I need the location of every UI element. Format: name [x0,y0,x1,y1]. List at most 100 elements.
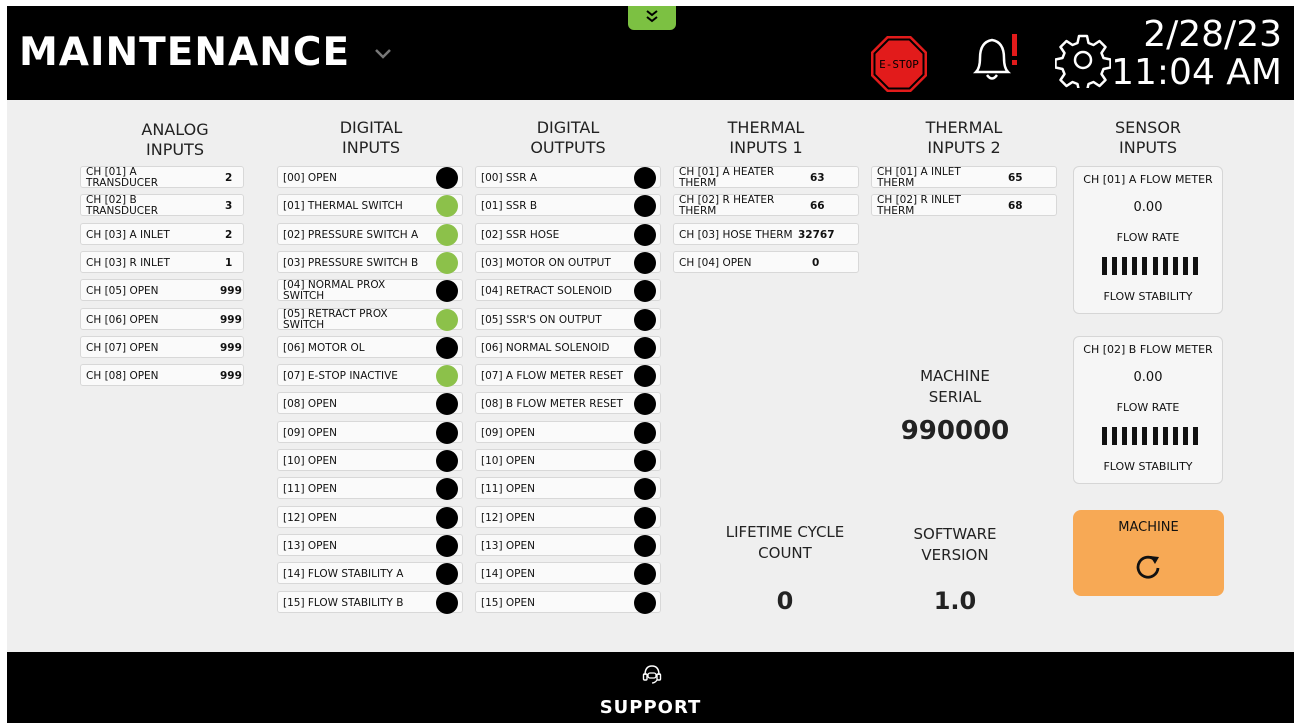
digital-input-row: [02] PRESSURE SWITCH A [277,222,463,246]
status-indicator [436,506,458,529]
status-indicator [436,223,458,246]
row-label: [01] THERMAL SWITCH [283,200,403,213]
page-title: MAINTENANCE [19,30,351,75]
row-label: [12] OPEN [481,511,535,524]
gear-icon[interactable] [1055,32,1111,88]
digital-input-row: [09] OPEN [277,420,463,444]
thermal-inputs-2-heading: THERMAL INPUTS 2 [925,118,1003,157]
lifetime-cycle-value: 0 [776,587,794,615]
row-label: CH [07] OPEN [86,341,159,354]
software-version-value: 1.0 [933,587,977,615]
chevron-down-icon[interactable] [373,44,393,64]
row-value: 2 [225,172,233,184]
alert-bell-icon[interactable] [962,28,1022,88]
row-label: [15] OPEN [481,596,535,609]
status-indicator [634,563,656,586]
row-label: [05] RETRACT PROX SWITCH [283,307,388,331]
digital-output-row: [00] SSR A [475,166,661,189]
row-value: 66 [810,200,825,213]
status-indicator [436,365,458,388]
top-bar: MAINTENANCE E-STOP 2/28/23 11:04 AM [7,6,1294,100]
sensor-title: CH [02] B FLOW METER [1083,343,1213,356]
status-indicator [634,591,656,614]
row-label: [11] OPEN [481,483,535,496]
row-label: [11] OPEN [283,483,337,496]
status-indicator [634,534,656,557]
row-label: [03] PRESSURE SWITCH B [283,256,419,269]
digital-input-row: [05] RETRACT PROX SWITCH [277,307,463,331]
datetime: 2/28/23 11:04 AM [1111,16,1282,92]
status-indicator [634,195,656,218]
row-label: CH [02] B TRANSDUCER [86,194,159,218]
flow-rate-label: FLOW RATE [1116,231,1180,244]
flow-rate-value: 0.00 [1133,370,1163,385]
digital-output-row: [11] OPEN [475,477,661,501]
row-label: [13] OPEN [481,539,535,552]
analog-input-row: CH [02] B TRANSDUCER 3 [80,194,244,218]
estop-label: E-STOP [879,58,919,71]
flow-rate-label: FLOW RATE [1116,401,1180,414]
analog-input-row: CH [06] OPEN 999 [80,307,244,330]
thermal-input-row: CH [02] R INLET THERM 68 [871,194,1057,217]
support-headset-icon[interactable] [641,663,663,685]
status-indicator [436,195,458,218]
digital-output-row: [06] NORMAL SOLENOID [475,335,661,359]
row-label: CH [02] R HEATER THERM [679,194,775,218]
status-indicator [634,336,656,359]
status-indicator [436,393,458,416]
estop-button[interactable]: E-STOP [869,34,929,94]
digital-input-row: [15] FLOW STABILITY B [277,590,463,614]
digital-input-row: [03] PRESSURE SWITCH B [277,250,463,274]
pull-down-tab[interactable] [628,6,676,30]
thermal-input-row: CH [01] A INLET THERM 65 [871,166,1057,189]
row-label: [08] B FLOW METER RESET [481,398,623,411]
row-label: [02] SSR HOSE [481,228,560,241]
status-indicator [436,280,458,303]
flow-stability-bars [1102,427,1198,445]
row-label: CH [03] HOSE THERM [679,228,793,241]
row-value: 32767 [798,228,835,241]
status-indicator [634,167,656,189]
row-label: [10] OPEN [481,455,535,467]
row-label: [00] OPEN [283,172,337,184]
status-indicator [436,563,458,586]
digital-output-row: [14] OPEN [475,562,661,586]
sensor-card-a: CH [01] A FLOW METER 0.00 FLOW RATE FLOW… [1073,166,1223,314]
status-indicator [634,478,656,501]
machine-refresh-button[interactable]: MACHINE [1073,510,1224,596]
row-label: [10] OPEN [283,455,337,467]
digital-output-row: [04] RETRACT SOLENOID [475,279,661,303]
thermal-input-row: CH [03] HOSE THERM 32767 [673,222,859,245]
status-indicator [436,450,458,472]
time-text: 11:04 AM [1111,52,1282,93]
row-value: 65 [1008,172,1023,184]
row-label: CH [01] A INLET THERM [877,166,961,189]
status-indicator [436,591,458,614]
status-indicator [634,506,656,529]
row-value: 999 [220,313,242,326]
row-label: CH [01] A HEATER THERM [679,166,775,189]
digital-input-row: [04] NORMAL PROX SWITCH [277,279,463,303]
row-label: [03] MOTOR ON OUTPUT [481,256,611,269]
bottom-bar: SUPPORT [7,652,1294,723]
status-indicator [634,308,656,331]
lifetime-cycle-label: LIFETIME CYCLE COUNT [725,523,845,562]
row-label: [06] NORMAL SOLENOID [481,341,610,354]
row-value: 2 [225,228,233,241]
row-value: 0 [812,256,820,269]
analog-input-row: CH [07] OPEN 999 [80,335,244,358]
row-label: [08] OPEN [283,398,337,411]
double-chevron-down-icon [646,10,658,23]
analog-input-row: CH [08] OPEN 999 [80,364,244,387]
date-text: 2/28/23 [1143,14,1282,55]
analog-input-row: CH [05] OPEN 999 [80,279,244,302]
support-label[interactable]: SUPPORT [7,697,1294,718]
row-value: 1 [225,256,233,269]
digital-output-row: [01] SSR B [475,194,661,218]
digital-input-row: [01] THERMAL SWITCH [277,194,463,218]
thermal-input-row: CH [02] R HEATER THERM 66 [673,194,859,218]
digital-input-row: [07] E-STOP INACTIVE [277,364,463,388]
row-label: [01] SSR B [481,200,538,213]
row-label: [05] SSR'S ON OUTPUT [481,313,602,326]
row-label: CH [05] OPEN [86,285,159,298]
